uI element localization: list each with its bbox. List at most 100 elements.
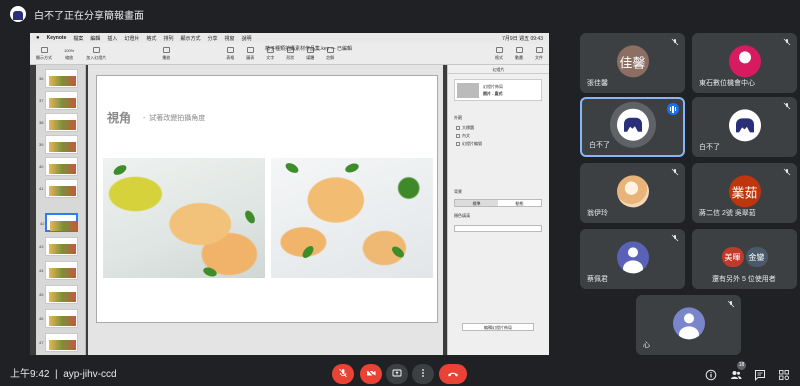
mic-off-icon <box>783 102 791 110</box>
speaking-indicator-icon <box>667 103 679 115</box>
mic-off-icon <box>671 168 679 176</box>
info-icon[interactable] <box>705 368 717 381</box>
camera-toggle-button[interactable] <box>360 364 382 384</box>
participant-name: 蔣二信 2號 吳翠茹 <box>699 210 756 217</box>
more-participants-label: 還有另外 5 位使用者 <box>712 276 776 283</box>
slide-thumbnail: 40 <box>39 157 78 176</box>
slide-title: 視角 <box>107 111 132 125</box>
mic-off-icon <box>783 38 791 46</box>
participant-name: 蔡佩君 <box>587 276 608 283</box>
pomelo-photo-left <box>103 158 265 278</box>
participant-tile[interactable]: 心 <box>636 295 741 355</box>
avatar: 金鑾 <box>745 247 768 267</box>
slide-thumbnail: 39 <box>39 135 78 154</box>
document-title: 柿子種類拍攝素材作品集.key — 已編輯 <box>265 46 352 52</box>
chat-icon[interactable] <box>754 368 766 381</box>
activities-icon[interactable] <box>778 368 790 381</box>
menu-item: 編輯 <box>90 35 101 42</box>
slide-thumbnail: 45 <box>39 285 78 304</box>
presentation-banner: 白不了正在分享簡報畫面 <box>0 0 800 28</box>
menu-item: 視窗 <box>224 35 235 42</box>
person-icon <box>616 241 649 274</box>
mic-toggle-button[interactable] <box>332 364 354 384</box>
menu-item: 幻燈片 <box>124 35 140 42</box>
slide-thumbnail: 47 <box>39 333 78 352</box>
menu-item: 分享 <box>207 35 218 42</box>
avatar: 佳馨 <box>616 45 649 78</box>
pomelo-photo-right <box>271 158 433 278</box>
participants-count-badge: 18 <box>737 361 746 370</box>
avatar <box>672 307 705 340</box>
toolbar-table: 表格 <box>226 47 234 61</box>
slide-thumbnail: 36 <box>39 69 78 88</box>
participant-name: 白不了 <box>589 142 610 149</box>
mic-off-icon <box>783 168 791 176</box>
toolbar-chart: 圖表 <box>246 47 254 61</box>
presenter-avatar <box>10 6 26 22</box>
meeting-time-and-code: 上午9:42 | ayp-jihv-ccd <box>10 368 117 380</box>
toolbar-play: 播放 <box>162 47 170 61</box>
participant-name: 東石數位機會中心 <box>699 80 755 87</box>
toolbar-document: 文件 <box>535 47 543 61</box>
bottom-control-bar: 上午9:42 | ayp-jihv-ccd 18 <box>0 358 800 386</box>
participant-name: 翁伊玲 <box>587 210 608 217</box>
camera-off-icon <box>366 365 376 383</box>
more-participants-tile[interactable]: 美暉 金鑾 還有另外 5 位使用者 <box>692 229 797 289</box>
leave-call-button[interactable] <box>439 364 467 384</box>
background-label: 背景 <box>454 189 462 194</box>
inspector-tab: 幻燈片 <box>448 65 549 74</box>
slide-thumbnail: 41 <box>39 179 78 198</box>
mic-off-icon <box>671 38 679 46</box>
participant-tile[interactable]: 蔡佩君 <box>580 229 685 289</box>
present-button[interactable] <box>386 364 408 384</box>
more-options-button[interactable] <box>412 364 434 384</box>
mic-off-icon <box>671 234 679 242</box>
more-participants-avatars: 美暉 金鑾 <box>721 247 768 267</box>
avatar <box>728 45 761 78</box>
more-vert-icon <box>418 365 428 383</box>
option-title: 大標題 <box>456 125 474 131</box>
shared-screen: ● Keynote 檔案 編輯 插入 幻燈片 格式 排列 顯示方式 分享 視窗 … <box>30 33 549 355</box>
appearance-label: 外觀 <box>454 115 462 120</box>
person-icon <box>672 307 705 340</box>
slide-subtitle: - 試著改變拍攝角度 <box>143 115 206 122</box>
hang-up-icon <box>447 365 459 383</box>
mac-menu-bar: ● Keynote 檔案 編輯 插入 幻燈片 格式 排列 顯示方式 分享 視窗 … <box>30 33 549 43</box>
avatar: 業茹 <box>728 175 761 208</box>
slide-navigator: 36 37 38 39 40 41 42 43 44 45 46 47 <box>36 65 86 355</box>
slide-canvas: 視角 - 試著改變拍攝角度 <box>88 65 443 355</box>
menu-item: 檔案 <box>73 35 84 42</box>
avatar <box>616 241 649 274</box>
participant-name: 白不了 <box>699 144 720 151</box>
background-segmented: 標準 動態 <box>454 199 542 207</box>
participant-tile[interactable]: 白不了 <box>692 97 797 157</box>
menu-item: 插入 <box>107 35 118 42</box>
slide-thumbnail: 37 <box>39 91 78 110</box>
current-slide: 視角 - 試著改變拍攝角度 <box>96 75 438 323</box>
present-screen-icon <box>392 365 402 383</box>
presenter-banner-text: 白不了正在分享簡報畫面 <box>34 10 144 22</box>
participant-tile[interactable]: 業茹 蔣二信 2號 吳翠茹 <box>692 163 797 223</box>
mic-off-icon <box>338 365 348 383</box>
slide-thumbnail: 43 <box>39 237 78 256</box>
avatar: 美暉 <box>721 247 744 267</box>
participant-tile[interactable]: 東石數位機會中心 <box>692 33 797 93</box>
toolbar-view: 顯示方式 <box>36 47 52 61</box>
logo-avatar <box>728 109 761 142</box>
apple-icon: ● <box>36 35 40 41</box>
participant-tile[interactable]: 佳馨 張佳馨 <box>580 33 685 93</box>
participant-tile[interactable]: 翁伊玲 <box>580 163 685 223</box>
slide-thumbnail: 38 <box>39 113 78 132</box>
logo-avatar <box>616 108 649 141</box>
inspector-panel: 幻燈片 幻燈片佈局 照片 - 直式 外觀 大標題 內文 幻燈片編號 背景 標準動… <box>447 65 549 355</box>
slide-thumbnail: 44 <box>39 261 78 280</box>
participant-tile-speaking[interactable]: 白不了 <box>580 97 685 157</box>
toolbar-animate: 動畫 <box>515 47 523 61</box>
fill-select <box>454 225 542 232</box>
option-body: 內文 <box>456 133 470 139</box>
menu-item: Keynote <box>46 35 67 41</box>
option-slide-number: 幻燈片編號 <box>456 141 482 147</box>
toolbar-format: 格式 <box>495 47 503 61</box>
slide-thumbnail-selected: 42 <box>40 213 78 232</box>
menu-item: 格式 <box>146 35 157 42</box>
